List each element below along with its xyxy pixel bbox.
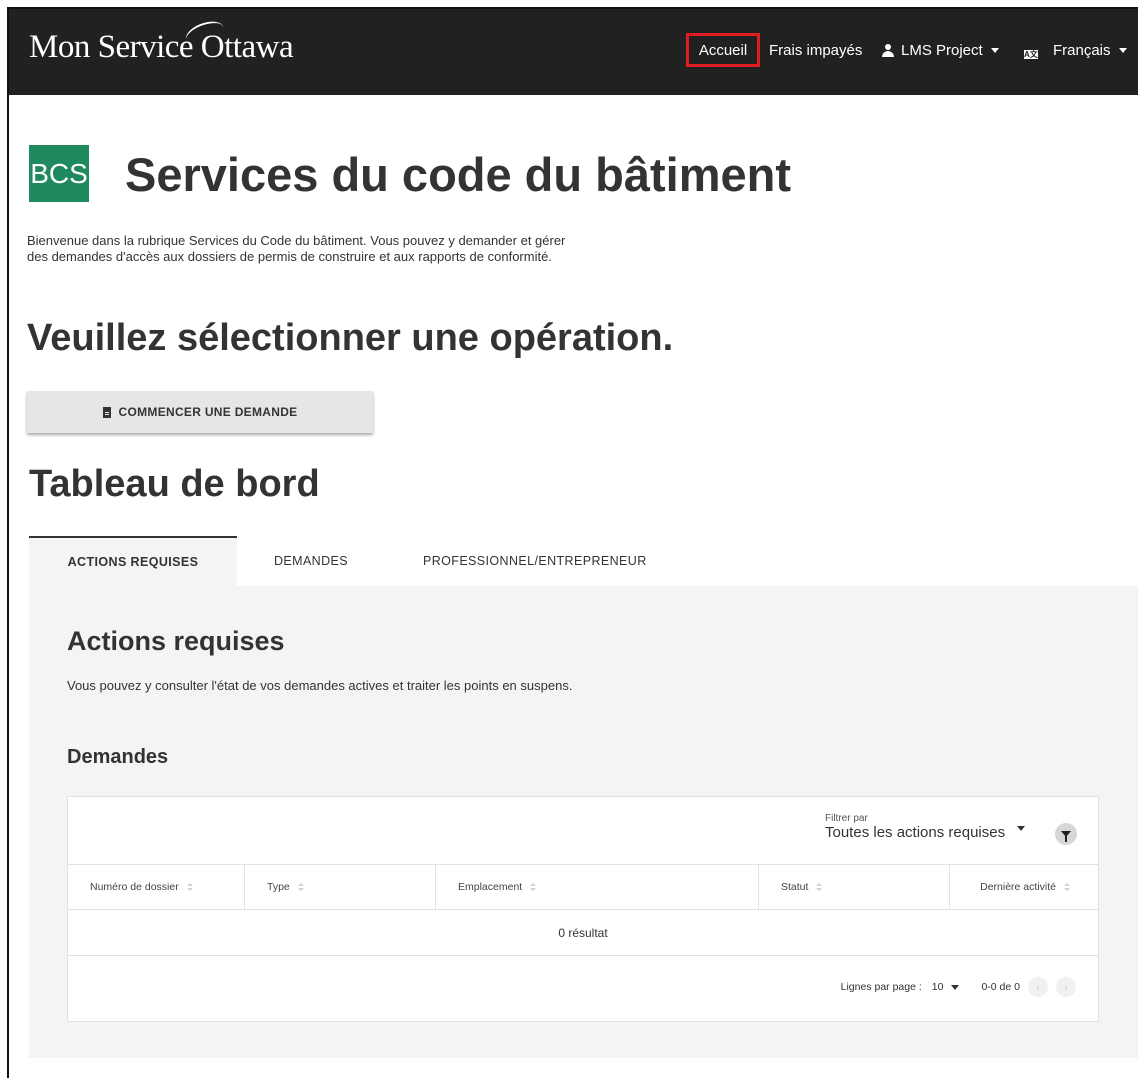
app-frame: Mon Service Ottawa Accueil Frais impayés…	[7, 7, 1138, 1078]
demandes-subheading: Demandes	[67, 746, 169, 768]
nav-accueil-link[interactable]: Accueil	[686, 33, 760, 67]
bcs-logo-text: BCS	[30, 157, 88, 189]
column-label: Statut	[781, 881, 809, 893]
chevron-down-icon	[990, 47, 999, 53]
column-label: Type	[267, 881, 290, 893]
next-page-button[interactable]: ›	[1056, 977, 1076, 997]
requests-table-card: Filtrer par Toutes les actions requises …	[67, 796, 1099, 1022]
nav-frais-impayes-link[interactable]: Frais impayés	[769, 33, 862, 67]
column-label: Dernière activité	[980, 881, 1056, 893]
user-icon	[882, 43, 894, 57]
table-empty-row: 0 résultat	[68, 910, 1098, 956]
column-derniere-activite[interactable]: Dernière activité	[950, 865, 1098, 909]
top-navigation-bar: Mon Service Ottawa Accueil Frais impayés…	[9, 9, 1138, 95]
language-menu-dropdown[interactable]: A文 Français	[1024, 33, 1127, 67]
tab-actions-requises[interactable]: ACTIONS REQUISES	[29, 536, 237, 586]
tab-label: ACTIONS REQUISES	[67, 555, 199, 569]
start-request-label: COMMENCER UNE DEMANDE	[118, 405, 298, 419]
chevron-left-icon: ‹	[1036, 980, 1040, 994]
sort-icon	[1064, 882, 1070, 892]
nav-accueil-label: Accueil	[698, 41, 748, 59]
panel-title: Actions requises	[67, 626, 285, 656]
brand-text: Mon Service Ottawa	[29, 29, 294, 65]
select-operation-heading: Veuillez sélectionner une opération.	[27, 317, 674, 359]
tab-professionnel-entrepreneur[interactable]: PROFESSIONNEL/ENTREPRENEUR	[385, 536, 647, 586]
nav-frais-label: Frais impayés	[769, 41, 863, 59]
empty-results-text: 0 résultat	[558, 925, 608, 940]
column-type[interactable]: Type	[245, 865, 436, 909]
mon-service-ottawa-logo[interactable]: Mon Service Ottawa	[29, 16, 294, 66]
language-icon: A文	[1024, 50, 1038, 59]
filter-select[interactable]: Filtrer par Toutes les actions requises	[825, 813, 1026, 841]
pagination-range: 0-0 de 0	[981, 981, 1020, 993]
sort-icon	[297, 882, 304, 892]
funnel-icon	[1061, 831, 1071, 842]
chevron-right-icon: ›	[1064, 980, 1068, 994]
tab-label: PROFESSIONNEL/ENTREPRENEUR	[423, 554, 647, 568]
dashboard-heading: Tableau de bord	[29, 463, 320, 505]
user-menu-label: LMS Project	[901, 41, 983, 59]
start-request-button[interactable]: COMMENCER UNE DEMANDE	[27, 391, 373, 433]
tab-demandes[interactable]: DEMANDES	[237, 536, 385, 586]
chevron-down-icon	[1017, 826, 1026, 831]
column-numero-dossier[interactable]: Numéro de dossier	[68, 865, 245, 909]
language-menu-label: Français	[1053, 41, 1111, 59]
filter-value: Toutes les actions requises	[825, 824, 1026, 841]
rows-per-page-label: Lignes par page :	[840, 981, 922, 993]
rows-per-page-select[interactable]: 10	[932, 981, 960, 993]
document-icon	[102, 406, 111, 418]
dashboard-tabs: ACTIONS REQUISES DEMANDES PROFESSIONNEL/…	[29, 536, 647, 586]
intro-text: Bienvenue dans la rubrique Services du C…	[27, 233, 566, 264]
column-label: Numéro de dossier	[90, 881, 179, 893]
filter-button[interactable]	[1055, 823, 1077, 845]
actions-requises-panel: Actions requises Vous pouvez y consulter…	[29, 586, 1138, 1058]
sort-icon	[530, 882, 537, 892]
filter-value-text: Toutes les actions requises	[825, 824, 1006, 841]
table-header-row: Numéro de dossier Type Emplacement Statu…	[68, 864, 1098, 910]
tab-label: DEMANDES	[273, 554, 349, 568]
bcs-logo: BCS	[29, 145, 89, 202]
chevron-down-icon	[951, 984, 960, 990]
sort-icon	[816, 882, 823, 892]
filter-label: Filtrer par	[825, 813, 868, 824]
previous-page-button[interactable]: ‹	[1028, 977, 1048, 997]
column-emplacement[interactable]: Emplacement	[436, 865, 759, 909]
user-menu-dropdown[interactable]: LMS Project	[882, 33, 999, 67]
page-title: Services du code du bâtiment	[125, 148, 792, 201]
column-statut[interactable]: Statut	[759, 865, 950, 909]
pagination: Lignes par page : 10 0-0 de 0 ‹ ›	[841, 977, 1076, 997]
panel-description: Vous pouvez y consulter l'état de vos de…	[67, 678, 573, 693]
column-label: Emplacement	[458, 881, 523, 893]
sort-icon	[186, 882, 193, 892]
chevron-down-icon	[1118, 47, 1127, 53]
rows-per-page-value: 10	[931, 981, 944, 993]
